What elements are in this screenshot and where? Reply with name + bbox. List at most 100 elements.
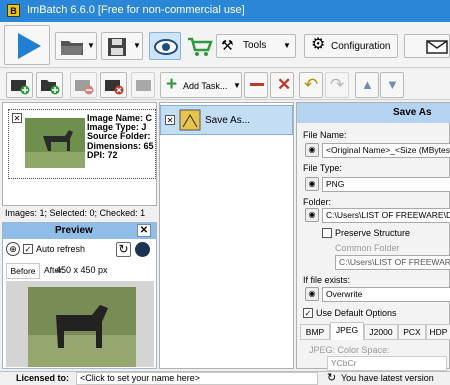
if-exists-macro-button[interactable]: ◉ <box>305 287 319 301</box>
main-toolbar: ▼ ▼ ⚒ Tools ▼ ⚙ Configuration <box>0 22 450 68</box>
eye-icon: ◉ <box>308 145 316 154</box>
zoom-icon: ⊕ <box>9 244 17 254</box>
task-item-save-as[interactable]: ✕ Save As... <box>160 105 293 135</box>
licensee-name-text: <Click to set your name here> <box>80 373 201 383</box>
open-folder-button[interactable]: ▼ <box>55 32 97 60</box>
dimensions-value: 65 <box>143 140 154 151</box>
chevron-down-icon: ▼ <box>283 41 291 50</box>
use-default-options-checkbox[interactable]: ✓ <box>303 308 313 318</box>
arrow-up-icon: ▲ <box>361 77 374 92</box>
preview-panel: Preview ✕ ⊕ ✓ Auto refresh ↻ Before Afte… <box>2 222 157 369</box>
task-list-panel: ✕ Save As... <box>159 102 294 369</box>
file-type-macro-button[interactable]: ◉ <box>305 177 319 191</box>
image-checkbox[interactable]: ✕ <box>12 113 22 123</box>
folder-field[interactable]: C:\Users\LIST OF FREEWARE\Dow <box>322 208 450 223</box>
window-title: ImBatch 6.6.0 [Free for non-commercial u… <box>27 4 245 16</box>
preview-toggle-button[interactable] <box>149 32 181 60</box>
task-checkbox[interactable]: ✕ <box>165 115 175 125</box>
close-preview-button[interactable]: ✕ <box>137 224 151 237</box>
version-status[interactable]: You have latest version <box>341 373 434 383</box>
tab-hdp-label: HDP <box>429 327 448 337</box>
eye-icon: ◉ <box>308 289 316 298</box>
tab-j2000-label: J2000 <box>369 327 393 337</box>
tab-jpeg-label: JPEG <box>335 325 359 335</box>
tab-pcx[interactable]: PCX <box>398 324 426 340</box>
eye-icon <box>154 39 178 55</box>
configuration-label: Configuration <box>331 41 391 52</box>
chevron-down-icon[interactable]: ▼ <box>233 81 241 90</box>
email-button[interactable] <box>404 34 450 58</box>
dpi-label: DPI: <box>87 149 105 160</box>
add-images-button[interactable] <box>6 72 33 98</box>
color-picker-button[interactable] <box>135 242 150 257</box>
remove-all-images-button[interactable] <box>100 72 127 98</box>
folder-macro-button[interactable]: ◉ <box>305 208 319 222</box>
delete-all-tasks-button[interactable]: ✕ <box>270 72 294 98</box>
file-name-label: File Name: <box>303 130 347 140</box>
auto-refresh-checkbox[interactable]: ✓ <box>23 244 33 254</box>
image-count-status: Images: 1; Selected: 0; Checked: 1 <box>5 208 146 218</box>
image-list-item[interactable]: ✕ Image Name: C Image Type: J Source Fol… <box>8 109 156 179</box>
tools-label: Tools <box>243 40 267 51</box>
jpeg-color-space-select[interactable]: YCbCr <box>327 356 447 371</box>
minus-icon <box>250 83 264 86</box>
preserve-structure-checkbox[interactable] <box>322 228 332 238</box>
floppy-disk-icon <box>108 38 126 56</box>
save-as-task-icon <box>179 109 201 131</box>
zoom-button[interactable]: ⊕ <box>6 242 20 256</box>
licensee-name-field[interactable]: <Click to set your name here> <box>76 372 318 385</box>
move-task-down-button[interactable]: ▼ <box>380 72 404 98</box>
file-type-select[interactable]: PNG <box>322 177 450 192</box>
configuration-button[interactable]: ⚙ Configuration <box>304 34 398 58</box>
common-folder-field[interactable]: C:\Users\LIST OF FREEWARE\D <box>335 255 450 270</box>
file-name-macro-button[interactable]: ◉ <box>305 143 319 157</box>
tab-before[interactable]: Before <box>6 263 40 279</box>
remove-image-button[interactable] <box>70 72 97 98</box>
tab-before-label: Before <box>10 266 36 276</box>
save-project-button[interactable]: ▼ <box>101 32 143 60</box>
add-task-button[interactable]: + Add Task... ▼ <box>160 72 242 98</box>
remove-task-button[interactable] <box>244 72 268 98</box>
task-label: Save As... <box>205 115 251 126</box>
refresh-icon: ↻ <box>118 242 129 256</box>
if-file-exists-select[interactable]: Overwrite <box>322 287 450 302</box>
folder-icon <box>61 41 83 55</box>
refresh-button[interactable]: ↻ <box>116 242 131 257</box>
task-toolbar: + Add Task... ▼ ✕ ↶ ↷ ▲ ▼ <box>0 70 450 100</box>
eye-icon: ◉ <box>308 179 316 188</box>
run-button[interactable] <box>4 25 50 65</box>
chevron-down-icon[interactable]: ▼ <box>87 41 95 50</box>
tools-menu-button[interactable]: ⚒ Tools ▼ <box>216 34 296 58</box>
preview-image <box>6 281 154 367</box>
undo-button[interactable]: ↶ <box>299 72 323 98</box>
image-name-value: C <box>145 113 153 123</box>
play-icon <box>18 33 41 59</box>
tab-bmp[interactable]: BMP <box>300 324 330 340</box>
eye-icon: ◉ <box>308 210 316 219</box>
wrench-screwdriver-icon: ⚒ <box>221 37 234 53</box>
add-folder-icon <box>41 80 60 95</box>
chevron-down-icon[interactable]: ▼ <box>133 41 141 50</box>
move-task-up-button[interactable]: ▲ <box>355 72 379 98</box>
tab-pcx-label: PCX <box>403 327 421 337</box>
tab-hdp[interactable]: HDP <box>426 324 450 340</box>
add-folder-button[interactable] <box>36 72 63 98</box>
auto-refresh-label: Auto refresh <box>36 244 86 254</box>
tab-jpeg[interactable]: JPEG <box>330 322 364 340</box>
file-name-field[interactable]: <Original Name>_<Size (MBytes)> <box>322 143 450 158</box>
image-info-button[interactable] <box>131 72 155 98</box>
add-image-icon <box>11 80 30 95</box>
redo-button[interactable]: ↷ <box>325 72 349 98</box>
dpi-value: 72 <box>107 149 118 160</box>
preserve-structure-label: Preserve Structure <box>335 228 411 238</box>
add-task-label: Add Task... <box>183 81 228 91</box>
title-bar: B ImBatch 6.6.0 [Free for non-commercial… <box>0 0 450 22</box>
tab-bmp-label: BMP <box>305 327 325 337</box>
image-info-icon <box>136 80 151 91</box>
redo-icon: ↷ <box>330 75 345 94</box>
plus-icon: + <box>166 74 178 95</box>
use-default-options-label: Use Default Options <box>316 308 397 318</box>
app-logo-icon: B <box>7 4 20 17</box>
shopping-cart-button[interactable] <box>187 36 215 58</box>
tab-j2000[interactable]: J2000 <box>364 324 398 340</box>
